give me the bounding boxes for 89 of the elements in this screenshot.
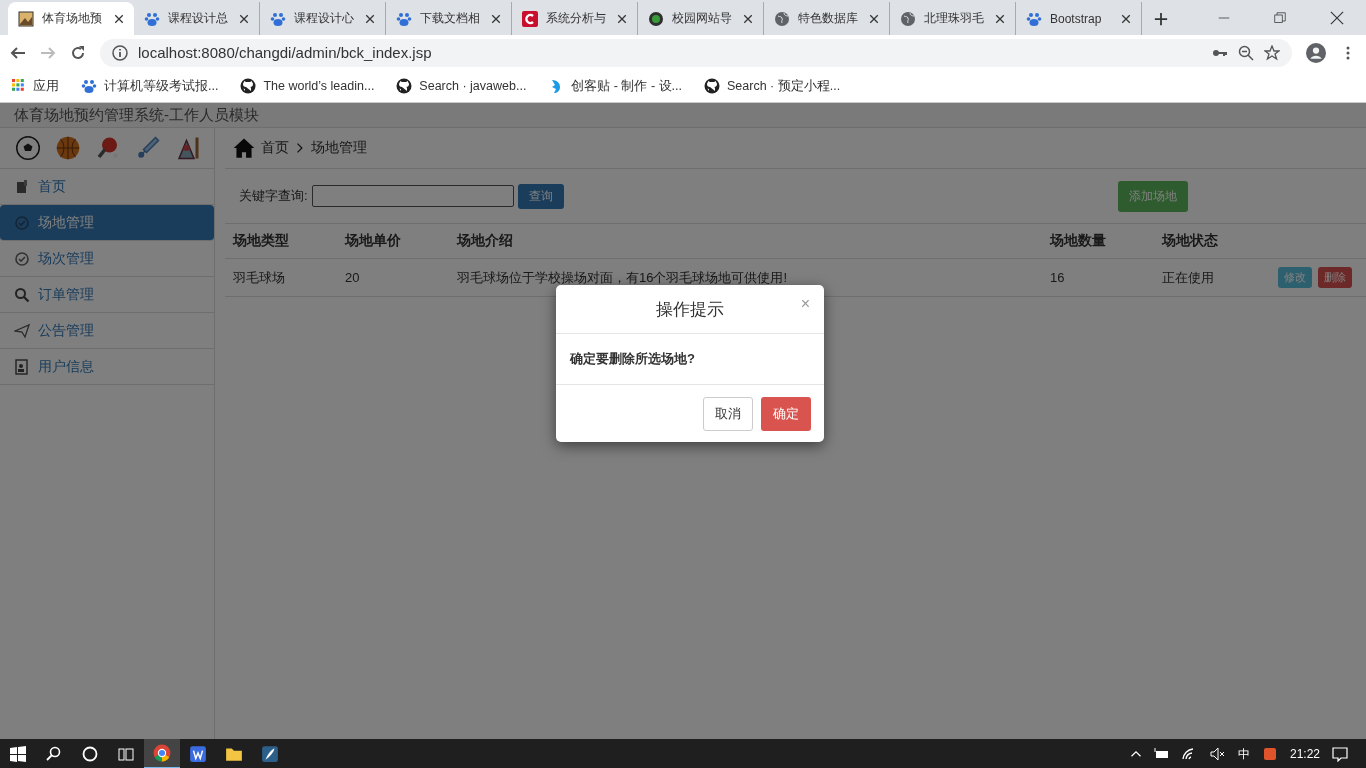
search-field[interactable] [311, 185, 514, 207]
page-header: 体育场地预约管理系统-工作人员模块 [0, 103, 1366, 128]
close-icon [365, 13, 375, 24]
close-icon [491, 13, 501, 24]
browser-tab[interactable]: Bootstrap [1016, 2, 1142, 35]
globe-icon [774, 10, 790, 27]
user-document-icon [14, 358, 30, 375]
browser-tab[interactable]: 校园网站导 [638, 2, 764, 35]
browser-tab[interactable]: 课程设计总 [134, 2, 260, 35]
check-circle-icon [14, 214, 30, 231]
column-header: 场地状态 [1154, 224, 1266, 259]
picture-icon [18, 10, 34, 27]
input-method-indicator[interactable]: 中 [1237, 745, 1250, 763]
browser-tab[interactable]: 系统分析与 [512, 2, 638, 35]
document-app-icon [189, 745, 207, 763]
globe-icon [900, 10, 916, 27]
paw-icon [396, 10, 412, 27]
close-icon [1121, 13, 1131, 24]
bookmark[interactable]: 应用 [12, 77, 59, 95]
bookmark[interactable]: 计算机等级考试报... [81, 77, 219, 95]
close-icon [995, 13, 1005, 24]
browser-tab[interactable]: 北理珠羽毛 [890, 2, 1016, 35]
basketball-icon [56, 136, 80, 160]
check-circle-icon [14, 250, 30, 267]
quill-app-icon [261, 745, 279, 763]
apps-grid-icon [12, 79, 26, 93]
browser-tab[interactable]: 下载文档相 [386, 2, 512, 35]
orb-icon [648, 10, 664, 27]
breadcrumb-link[interactable]: 首页 [261, 139, 289, 157]
notification-icon [1332, 746, 1348, 762]
table-cell: 正在使用 [1154, 259, 1266, 297]
table-cell: 羽毛球场 [225, 259, 337, 297]
paper-plane-icon [14, 322, 30, 339]
column-header: 场地单价 [337, 224, 449, 259]
home-icon [233, 137, 255, 159]
taskbar-app[interactable] [144, 739, 180, 768]
chrome-icon [153, 744, 171, 762]
browser-tab[interactable]: 特色数据库 [764, 2, 890, 35]
paddle-icon [96, 136, 120, 160]
confirm-button[interactable]: 确定 [761, 396, 811, 431]
paw-icon [1026, 10, 1042, 27]
letter-c-icon [522, 10, 538, 27]
browser-tab[interactable]: 课程设计心 [260, 2, 386, 35]
new-tab-icon [1154, 11, 1168, 26]
column-header: 场地类型 [225, 224, 337, 259]
column-header: 场地介绍 [449, 224, 1042, 259]
windows-start-icon [10, 746, 26, 762]
back-arrow-icon [10, 44, 26, 61]
dialog-message: 确定要删除所选场地? [570, 350, 695, 368]
chevron-right-icon [295, 143, 305, 153]
table-cell: 20 [337, 259, 449, 297]
speaker-icon [1209, 746, 1226, 762]
search-icon [46, 746, 62, 762]
close-icon [743, 13, 753, 24]
task-view-icon [118, 746, 134, 762]
cancel-button[interactable]: 取消 [703, 396, 753, 431]
bookmark[interactable]: Search · javaweb... [396, 78, 527, 94]
restore-icon [1274, 11, 1286, 24]
reload-icon [70, 44, 86, 61]
breadcrumb-current: 场地管理 [311, 139, 367, 157]
clock: 21:22 [1289, 747, 1320, 761]
zoom-out-icon [1238, 44, 1254, 61]
table-cell: 16 [1042, 259, 1154, 297]
cortana-circle-icon [82, 746, 98, 762]
address-bar[interactable]: localhost:8080/changdi/admin/bck_index.jsp [100, 38, 1292, 67]
account-icon [1306, 42, 1326, 63]
column-header: 场地数量 [1042, 224, 1154, 259]
bookmark[interactable]: 创客贴 - 制作 - 设... [548, 77, 682, 95]
browser-tab[interactable]: 体育场地预 [8, 2, 134, 35]
close-icon [1330, 10, 1344, 25]
folder-icon [225, 745, 243, 763]
close-icon [239, 13, 249, 24]
search-label: 关键字查询: [239, 187, 308, 205]
paw-icon [270, 10, 286, 27]
document-icon [14, 178, 30, 195]
dialog-title: 操作提示 [656, 298, 724, 321]
app-tray-icon [1261, 746, 1278, 762]
soccer-ball-icon [16, 136, 40, 160]
paw-icon [144, 10, 160, 27]
bookmark[interactable]: The world’s leadin... [240, 78, 375, 94]
info-icon [112, 44, 128, 61]
close-icon [617, 13, 627, 24]
close-icon [869, 13, 879, 24]
forward-arrow-icon [40, 44, 56, 61]
search-icon [14, 286, 30, 303]
close-icon [114, 13, 124, 24]
bookmark[interactable]: Search · 预定小程... [704, 77, 841, 95]
star-icon [1264, 44, 1280, 61]
paw-icon [81, 78, 97, 94]
